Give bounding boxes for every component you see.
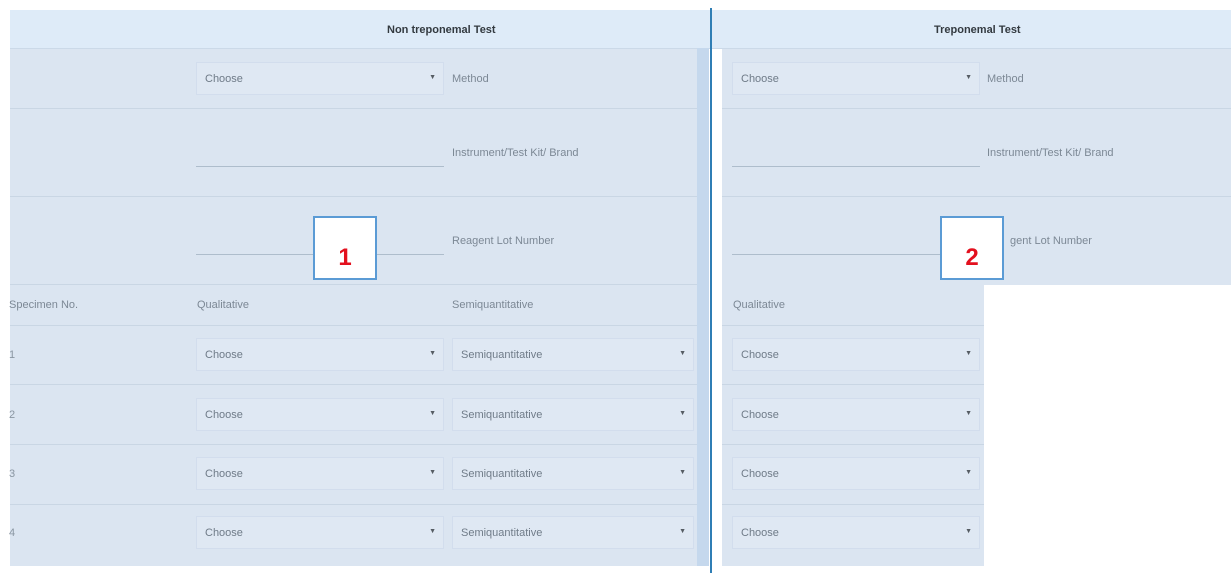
qualitative-select[interactable]: Choose ▼ bbox=[196, 516, 444, 549]
method-label: Method bbox=[452, 73, 489, 85]
qualitative-select[interactable]: Choose ▼ bbox=[196, 457, 444, 490]
select-value: Choose bbox=[205, 468, 243, 480]
non-treponemal-header: Non treponemal Test bbox=[387, 24, 496, 36]
qualitative-select[interactable]: Choose ▼ bbox=[196, 338, 444, 371]
dropdown-arrow-icon: ▼ bbox=[965, 350, 972, 357]
dropdown-arrow-icon: ▼ bbox=[429, 469, 436, 476]
dropdown-arrow-icon: ▼ bbox=[679, 410, 686, 417]
reagent-lot-label: gent Lot Number bbox=[1010, 235, 1092, 247]
dropdown-arrow-icon: ▼ bbox=[429, 350, 436, 357]
qualitative-header: Qualitative bbox=[733, 299, 785, 311]
row-divider bbox=[10, 384, 697, 385]
specimen-number: 3 bbox=[9, 468, 16, 480]
qualitative-header: Qualitative bbox=[197, 299, 249, 311]
scrollbar[interactable] bbox=[697, 48, 709, 566]
treponemal-method-select[interactable]: Choose ▼ bbox=[732, 62, 980, 95]
dropdown-arrow-icon: ▼ bbox=[679, 350, 686, 357]
dropdown-arrow-icon: ▼ bbox=[429, 410, 436, 417]
select-value: Semiquantitative bbox=[461, 468, 543, 480]
select-value: Choose bbox=[205, 73, 243, 85]
semiquantitative-header: Semiquantitative bbox=[452, 299, 534, 311]
dropdown-arrow-icon: ▼ bbox=[965, 410, 972, 417]
select-value: Semiquantitative bbox=[461, 409, 543, 421]
row-divider bbox=[10, 196, 697, 197]
semiquantitative-select[interactable]: Semiquantitative ▼ bbox=[452, 398, 694, 431]
row-divider bbox=[722, 196, 1231, 197]
row-divider bbox=[722, 108, 1231, 109]
instrument-label: Instrument/Test Kit/ Brand bbox=[987, 147, 1114, 159]
row-divider bbox=[10, 504, 697, 505]
method-label: Method bbox=[987, 73, 1024, 85]
select-value: Choose bbox=[205, 349, 243, 361]
dropdown-arrow-icon: ▼ bbox=[679, 528, 686, 535]
row-divider bbox=[10, 108, 697, 109]
select-value: Semiquantitative bbox=[461, 527, 543, 539]
treponemal-qualitative-select[interactable]: Choose ▼ bbox=[732, 398, 980, 431]
select-value: Choose bbox=[741, 527, 779, 539]
select-value: Choose bbox=[741, 73, 779, 85]
reagent-lot-label: Reagent Lot Number bbox=[452, 235, 555, 247]
row-divider bbox=[722, 384, 984, 385]
row-divider bbox=[10, 444, 697, 445]
treponemal-qualitative-select[interactable]: Choose ▼ bbox=[732, 516, 980, 549]
semiquantitative-select[interactable]: Semiquantitative ▼ bbox=[452, 516, 694, 549]
instrument-label: Instrument/Test Kit/ Brand bbox=[452, 147, 579, 159]
marker-number: 2 bbox=[965, 244, 979, 271]
dropdown-arrow-icon: ▼ bbox=[429, 528, 436, 535]
specimen-no-header: Specimen No. bbox=[9, 299, 79, 311]
row-divider bbox=[10, 284, 697, 285]
section-divider bbox=[710, 8, 712, 573]
dropdown-arrow-icon: ▼ bbox=[965, 74, 972, 81]
treponemal-qualitative-select[interactable]: Choose ▼ bbox=[732, 338, 980, 371]
specimen-number: 1 bbox=[9, 349, 16, 361]
dropdown-arrow-icon: ▼ bbox=[429, 74, 436, 81]
annotation-marker-1: 1 bbox=[313, 216, 377, 280]
select-value: Choose bbox=[741, 409, 779, 421]
select-value: Choose bbox=[741, 349, 779, 361]
annotation-marker-2: 2 bbox=[940, 216, 1004, 280]
non-treponemal-instrument-input[interactable] bbox=[196, 166, 444, 167]
semiquantitative-select[interactable]: Semiquantitative ▼ bbox=[452, 338, 694, 371]
qualitative-select[interactable]: Choose ▼ bbox=[196, 398, 444, 431]
select-value: Choose bbox=[741, 468, 779, 480]
specimen-number: 2 bbox=[9, 409, 16, 421]
dropdown-arrow-icon: ▼ bbox=[965, 528, 972, 535]
dropdown-arrow-icon: ▼ bbox=[965, 469, 972, 476]
treponemal-qualitative-select[interactable]: Choose ▼ bbox=[732, 457, 980, 490]
non-treponemal-method-select[interactable]: Choose ▼ bbox=[196, 62, 444, 95]
dropdown-arrow-icon: ▼ bbox=[679, 469, 686, 476]
row-divider bbox=[722, 504, 984, 505]
treponemal-instrument-input[interactable] bbox=[732, 166, 980, 167]
select-value: Semiquantitative bbox=[461, 349, 543, 361]
treponemal-header: Treponemal Test bbox=[934, 24, 1021, 36]
row-divider bbox=[10, 325, 697, 326]
specimen-number: 4 bbox=[9, 527, 16, 539]
marker-number: 1 bbox=[338, 244, 352, 271]
select-value: Choose bbox=[205, 527, 243, 539]
row-divider bbox=[722, 444, 984, 445]
semiquantitative-select[interactable]: Semiquantitative ▼ bbox=[452, 457, 694, 490]
select-value: Choose bbox=[205, 409, 243, 421]
row-divider bbox=[722, 325, 984, 326]
header-bar bbox=[10, 10, 1231, 49]
